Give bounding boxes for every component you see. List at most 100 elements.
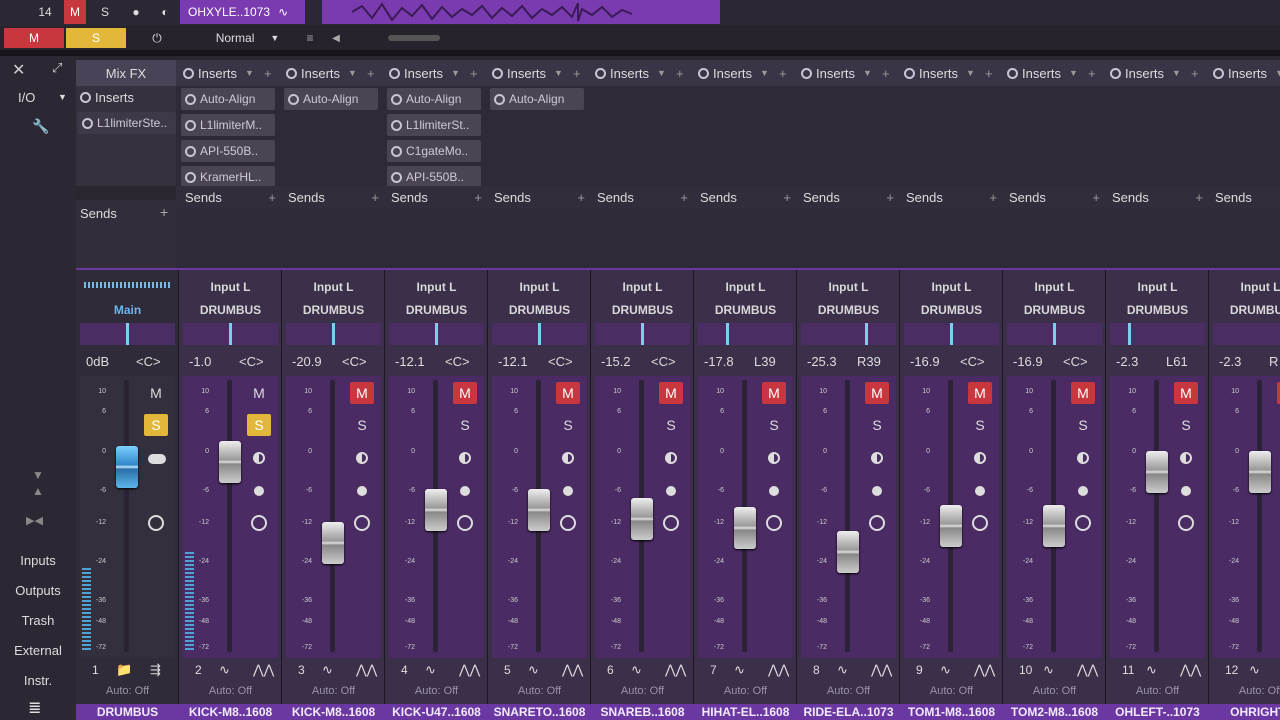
power-knob-icon[interactable]	[457, 515, 473, 531]
monitor-icon[interactable]	[1180, 452, 1192, 464]
pan-readout[interactable]: <C>	[1063, 354, 1088, 369]
solo-button[interactable]: S	[865, 414, 889, 436]
monitor-icon[interactable]	[1077, 452, 1089, 464]
input-label[interactable]: Input L	[1106, 280, 1209, 294]
collapse-icon[interactable]: ▼	[32, 468, 44, 482]
volume-readout[interactable]: -16.9	[1013, 354, 1043, 369]
waveform-icon[interactable]: ∿	[1249, 662, 1260, 678]
output-bus-label[interactable]: DRUMBUS	[797, 303, 900, 317]
channel-name[interactable]: TOM1-M8..1608	[900, 704, 1003, 720]
pan-readout[interactable]: <C>	[342, 354, 367, 369]
sends-header-9[interactable]: Sends +	[900, 186, 1003, 208]
pan-bar[interactable]	[801, 323, 896, 345]
list-icon[interactable]: ≡	[300, 26, 320, 50]
power-knob-icon[interactable]	[1075, 515, 1091, 531]
chevron-down-icon[interactable]: ▼	[760, 68, 769, 78]
volume-readout[interactable]: -2.3	[1116, 354, 1138, 369]
pan-bar[interactable]	[1007, 323, 1102, 345]
mono-toggle-icon[interactable]	[148, 454, 166, 464]
input-label[interactable]: Input L	[1209, 280, 1280, 294]
chevron-down-icon[interactable]: ▼	[1275, 68, 1280, 78]
power-icon[interactable]	[801, 67, 812, 79]
pan-bar[interactable]	[183, 323, 278, 345]
power-icon[interactable]	[391, 119, 402, 131]
pan-readout[interactable]: L61	[1166, 354, 1188, 369]
volume-readout[interactable]: 0dB	[86, 354, 109, 369]
power-knob-icon[interactable]	[766, 515, 782, 531]
solo-button[interactable]: S	[556, 414, 580, 436]
inserts-header-8[interactable]: Inserts ▼ +	[797, 60, 900, 86]
add-insert-icon[interactable]: +	[676, 66, 684, 81]
sends-header-7[interactable]: Sends +	[694, 186, 797, 208]
power-icon[interactable]	[185, 171, 196, 183]
power-icon[interactable]	[389, 67, 400, 79]
inserts-header-12[interactable]: Inserts▼+	[1209, 60, 1280, 86]
menu-icon[interactable]: ≣	[28, 698, 41, 718]
power-knob-icon[interactable]	[354, 515, 370, 531]
sends-header-6[interactable]: Sends +	[591, 186, 694, 208]
add-send-icon[interactable]: +	[1195, 190, 1203, 205]
power-icon[interactable]	[494, 93, 505, 105]
instrument-icon[interactable]: ⋀⋀	[871, 662, 892, 678]
output-bus-label[interactable]: DRUMBUS	[1209, 303, 1280, 317]
automation-mode[interactable]: Auto: Off	[488, 685, 591, 697]
sends-header-2[interactable]: Sends +	[179, 186, 282, 208]
scroll-handle[interactable]	[388, 35, 440, 41]
pan-readout[interactable]: L39	[754, 354, 776, 369]
add-insert-icon[interactable]: +	[779, 66, 787, 81]
power-knob-icon[interactable]	[251, 515, 267, 531]
mode-select[interactable]: Normal ▼	[200, 26, 295, 50]
add-insert-icon[interactable]: +	[985, 66, 993, 81]
add-insert-icon[interactable]: +	[1191, 66, 1199, 81]
add-send-icon[interactable]: +	[268, 190, 276, 205]
power-knob-icon[interactable]	[972, 515, 988, 531]
channel-name[interactable]: OHLEFT-..1073	[1106, 704, 1209, 720]
power-icon[interactable]	[80, 92, 91, 103]
output-bus-label[interactable]: DRUMBUS	[591, 303, 694, 317]
volume-fader[interactable]	[1146, 451, 1168, 493]
add-insert-icon[interactable]: +	[470, 66, 478, 81]
instrument-icon[interactable]: ⋀⋀	[974, 662, 995, 678]
chevron-down-icon[interactable]: ▼	[1069, 68, 1078, 78]
mute-button[interactable]: M	[556, 382, 580, 404]
monitor-icon[interactable]	[974, 452, 986, 464]
insert-slot[interactable]: API-550B..	[387, 166, 481, 188]
power-icon[interactable]	[391, 93, 402, 105]
pan-readout[interactable]: <C>	[960, 354, 985, 369]
inserts-header-4[interactable]: Inserts ▼ +	[385, 60, 488, 86]
chevron-down-icon[interactable]: ▼	[966, 68, 975, 78]
input-label[interactable]: Input L	[591, 280, 694, 294]
record-arm-icon[interactable]	[975, 486, 985, 496]
add-insert-icon[interactable]: +	[882, 66, 890, 81]
inserts-header-2[interactable]: Inserts ▼ +	[179, 60, 282, 86]
automation-mode[interactable]: Auto: Off	[694, 685, 797, 697]
output-bus-label[interactable]: DRUMBUS	[282, 303, 385, 317]
channel-name[interactable]: SNARETO..1608	[488, 704, 591, 720]
waveform-icon[interactable]: ∿	[425, 662, 436, 678]
solo-button[interactable]: S	[144, 414, 168, 436]
channel-name[interactable]: DRUMBUS	[76, 704, 179, 720]
chevron-down-icon[interactable]: ▼	[451, 68, 460, 78]
insert-slot[interactable]: API-550B..	[181, 140, 275, 162]
waveform-icon[interactable]: ∿	[528, 662, 539, 678]
main-inserts-header[interactable]: Inserts	[80, 90, 134, 105]
mix-fx-tab[interactable]: Mix FX	[76, 60, 176, 86]
volume-readout[interactable]: -12.1	[395, 354, 425, 369]
power-knob-icon[interactable]	[560, 515, 576, 531]
record-arm-icon[interactable]	[769, 486, 779, 496]
output-bus-label[interactable]: DRUMBUS	[694, 303, 797, 317]
expand-icon[interactable]: ⤢	[52, 60, 62, 76]
power-icon[interactable]	[492, 67, 503, 79]
insert-slot[interactable]: Auto-Align	[284, 88, 378, 110]
pan-bar[interactable]	[286, 323, 381, 345]
power-icon[interactable]: ⏻	[145, 26, 169, 50]
pan-readout[interactable]: <C>	[445, 354, 470, 369]
record-arm-icon[interactable]	[357, 486, 367, 496]
chevron-down-icon[interactable]: ▼	[1172, 68, 1181, 78]
mute-button[interactable]: M	[247, 382, 271, 404]
solo-button[interactable]: S	[350, 414, 374, 436]
insert-slot[interactable]: Auto-Align	[490, 88, 584, 110]
insert-slot[interactable]: L1limiterSte..	[78, 112, 176, 134]
volume-fader[interactable]	[631, 498, 653, 540]
automation-mode[interactable]: Auto: Off	[1003, 685, 1106, 697]
